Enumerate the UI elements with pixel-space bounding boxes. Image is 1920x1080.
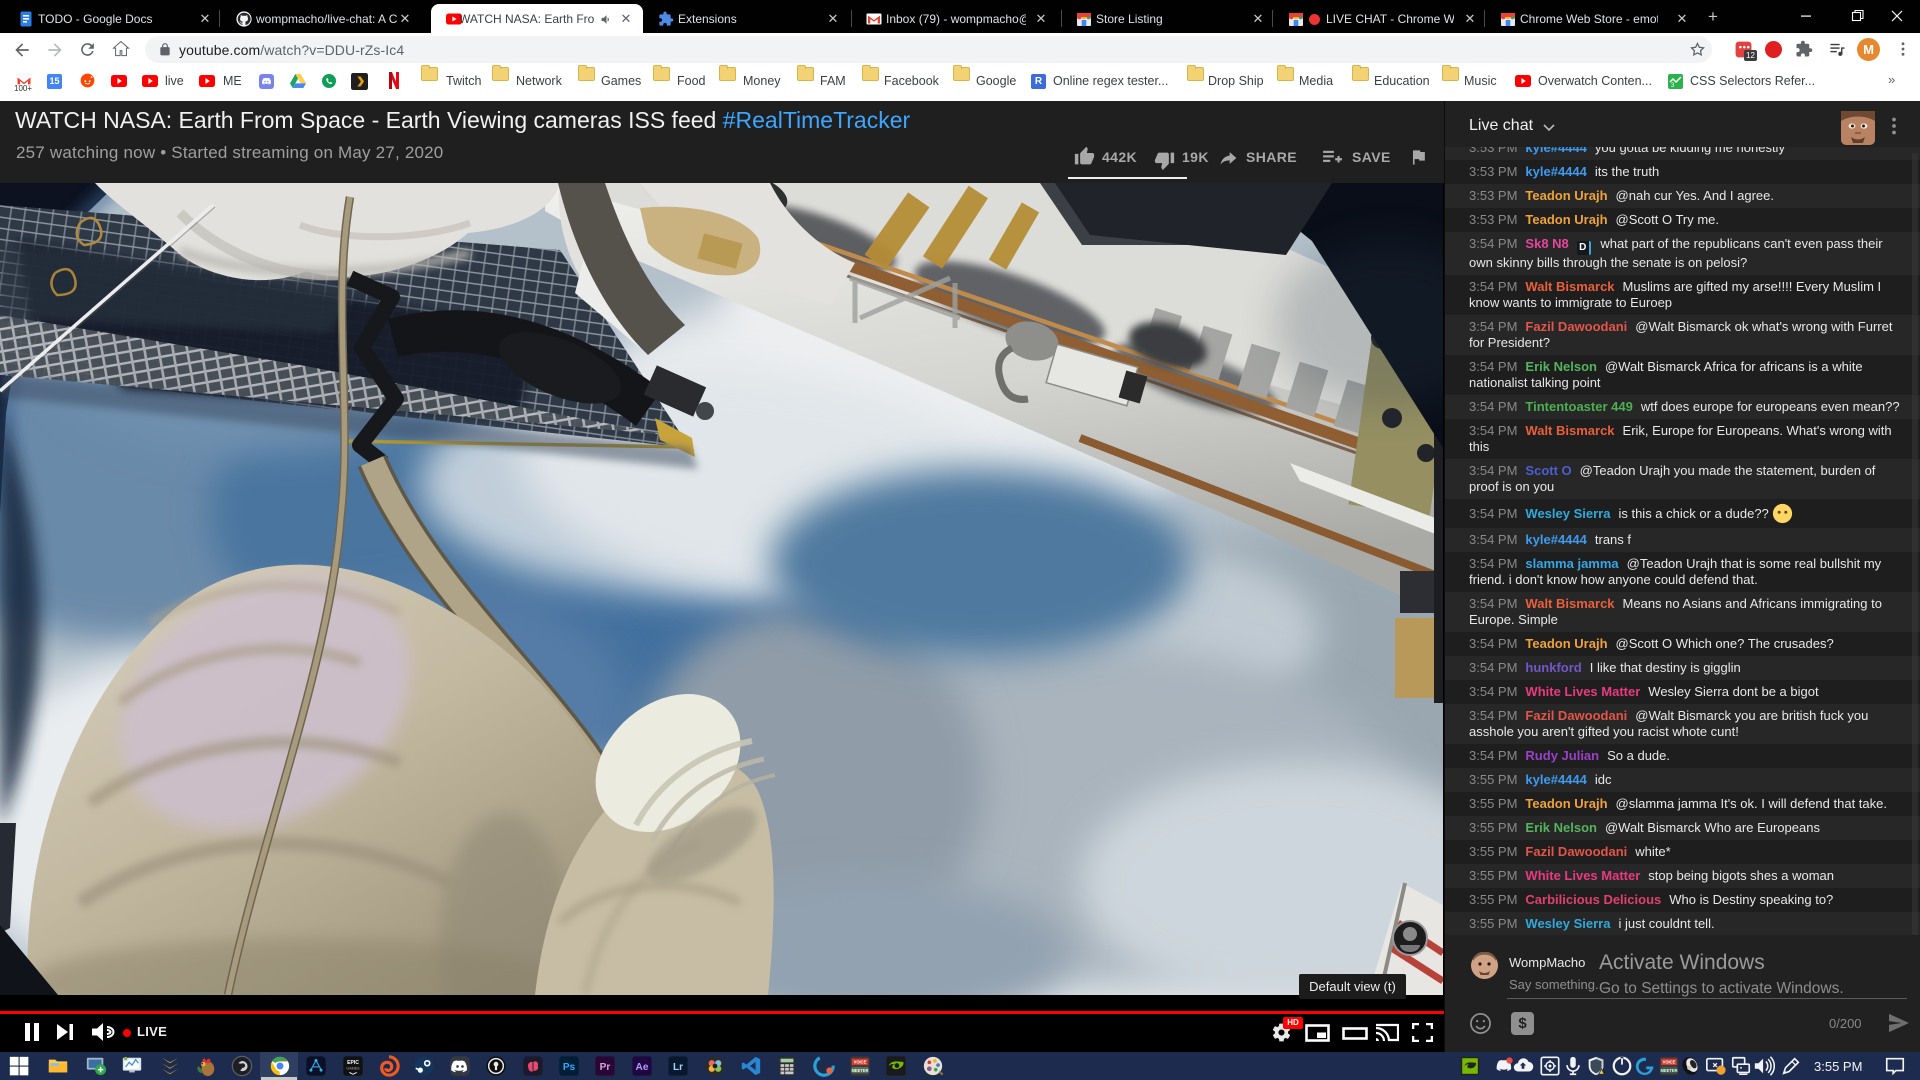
svg-text:VOICE: VOICE — [1663, 1060, 1676, 1065]
svg-text:EPIC: EPIC — [347, 1060, 359, 1066]
svg-text:3: 3 — [1671, 83, 1675, 89]
svg-text:MEETER: MEETER — [1660, 1068, 1677, 1073]
svg-text:Pr: Pr — [600, 1062, 611, 1073]
svg-text:GAMES: GAMES — [346, 1067, 360, 1071]
svg-text:VOICE: VOICE — [854, 1060, 867, 1065]
svg-text:Ae: Ae — [636, 1062, 649, 1073]
svg-text:Lr: Lr — [673, 1062, 683, 1073]
svg-text:!: ! — [1603, 1069, 1605, 1074]
svg-text:MEETER: MEETER — [851, 1068, 868, 1073]
svg-text:Ps: Ps — [563, 1062, 576, 1073]
